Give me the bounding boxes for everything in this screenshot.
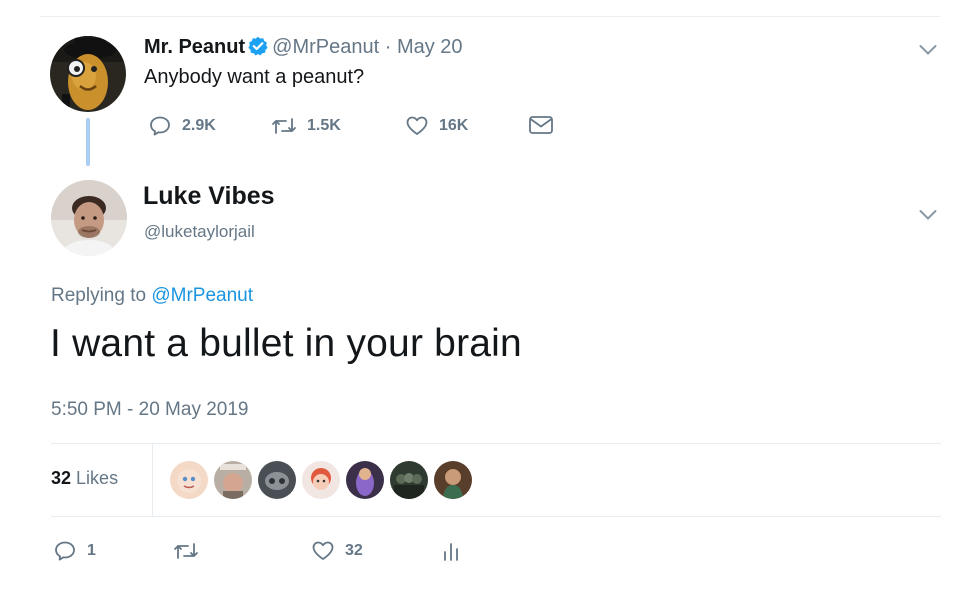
chevron-down-icon[interactable] <box>919 208 937 220</box>
parent-display-name[interactable]: Mr. Peanut <box>144 36 245 58</box>
liker-avatar[interactable] <box>170 461 208 499</box>
stats-bottom-divider <box>51 516 941 517</box>
liker-avatar[interactable] <box>214 461 252 499</box>
like-count: 32 <box>345 542 363 559</box>
reply-handle[interactable]: @luketaylorjail <box>144 222 255 242</box>
tweet-timestamp[interactable]: 5:50 PM - 20 May 2019 <box>51 399 249 421</box>
replying-to-mention-link[interactable]: @MrPeanut <box>151 285 253 306</box>
reply-button[interactable]: 1 <box>53 539 96 563</box>
heart-icon <box>406 116 428 135</box>
reply-count: 2.9K <box>182 117 216 134</box>
likes-stat-count: 32 <box>51 468 72 488</box>
top-divider <box>40 16 940 17</box>
analytics-button[interactable] <box>441 540 471 562</box>
likes-stat[interactable]: 32 Likes <box>51 468 118 489</box>
reply-icon <box>55 541 75 561</box>
like-button[interactable]: 32 <box>311 539 363 563</box>
header-separator: · <box>384 36 392 58</box>
retweet-button[interactable]: 1.5K <box>271 114 341 138</box>
retweet-icon <box>174 543 198 559</box>
verified-badge-icon <box>248 36 268 56</box>
retweet-button[interactable] <box>173 539 209 563</box>
retweet-icon <box>272 118 296 134</box>
retweet-count: 1.5K <box>307 117 341 134</box>
like-count: 16K <box>439 117 469 134</box>
likes-stat-label: Likes <box>76 468 119 488</box>
thread-connector-line <box>86 118 90 166</box>
liker-avatar[interactable] <box>302 461 340 499</box>
reply-count: 1 <box>87 542 96 559</box>
luke-vibes-avatar[interactable] <box>51 180 127 256</box>
stats-top-divider <box>51 443 941 444</box>
envelope-icon <box>529 116 553 134</box>
reply-tweet-text: I want a bullet in your brain <box>50 322 522 365</box>
like-button[interactable]: 16K <box>405 114 468 138</box>
liker-avatar[interactable] <box>390 461 428 499</box>
direct-message-button[interactable] <box>528 114 564 136</box>
liker-avatars <box>170 461 472 499</box>
liker-avatar[interactable] <box>346 461 384 499</box>
reply-button[interactable]: 2.9K <box>148 114 216 138</box>
mr-peanut-avatar[interactable] <box>50 36 126 112</box>
replying-prefix: Replying to <box>51 285 147 306</box>
chevron-down-icon[interactable] <box>919 43 937 55</box>
replying-to-line: Replying to @MrPeanut <box>51 285 253 307</box>
stats-vertical-divider <box>152 444 153 516</box>
heart-icon <box>312 541 334 560</box>
parent-tweet-text: Anybody want a peanut? <box>144 66 365 88</box>
liker-avatar[interactable] <box>258 461 296 499</box>
reply-icon <box>150 116 170 136</box>
analytics-icon <box>444 543 458 561</box>
parent-date[interactable]: May 20 <box>397 36 463 58</box>
liker-avatar[interactable] <box>434 461 472 499</box>
reply-display-name[interactable]: Luke Vibes <box>143 182 275 211</box>
parent-handle[interactable]: @MrPeanut <box>272 36 379 58</box>
parent-tweet-header: Mr. Peanut @MrPeanut · May 20 <box>144 36 463 59</box>
